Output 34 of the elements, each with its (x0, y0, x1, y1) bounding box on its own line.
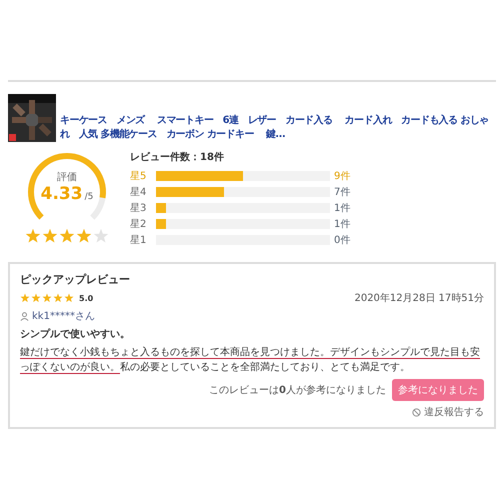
review-count-link[interactable]: 1件 (334, 216, 350, 230)
review-count-link[interactable]: 0件 (334, 232, 350, 246)
star-icon (31, 293, 41, 303)
star-icon (42, 228, 58, 244)
star-icon (59, 228, 75, 244)
star-level-label: 星5 (130, 170, 148, 182)
product-title[interactable]: キーケース メンズ スマートキー 6連 レザー カード入る カード入れ カードも入る おしゃれ 人気 多機能ケース カーボン カードキー 鍵… (60, 114, 496, 142)
star-icon (20, 293, 30, 303)
star-icon (64, 293, 74, 303)
average-score: 4.33 (40, 184, 83, 204)
rating-value: 5.0 (79, 294, 94, 302)
prohibited-icon (412, 408, 421, 416)
star-level-label: 星1 (130, 234, 148, 246)
section-heading: ピックアップレビュー (20, 272, 131, 287)
report-link[interactable]: 違反報告する (424, 405, 484, 419)
review-title: シンプルで使いやすい。 (20, 327, 131, 341)
star-level-label: 星3 (130, 202, 148, 214)
star-icon (76, 228, 92, 244)
review-count: レビュー件数：18件 (130, 150, 225, 164)
reviewer-name[interactable]: kk1*****さん (32, 309, 95, 323)
star-icon (42, 293, 52, 303)
star-level-label: 星4 (130, 186, 148, 198)
star-icon (93, 228, 109, 244)
review-date: 2020年12月28日 17時51分 (354, 292, 484, 305)
helpful-count-text: このレビューは0人が参考になりました (209, 384, 386, 397)
star-icon (53, 293, 63, 303)
rating-label: 評価 (57, 170, 77, 184)
review-text: 鍵だけでなく小銭もちょと入るものを探して本商品を見つけました。デザインもシンプルで見た目も安っぽくないのが良い。私の必要としていることを全部満たしており、とても満足です。 (20, 346, 481, 375)
user-icon (20, 312, 29, 320)
review-count-link[interactable]: 1件 (334, 200, 350, 214)
review-count-link[interactable]: 7件 (334, 184, 350, 198)
star-level-label: 星2 (130, 218, 148, 230)
score-max: /5 (84, 192, 94, 202)
star-icon (25, 228, 41, 244)
